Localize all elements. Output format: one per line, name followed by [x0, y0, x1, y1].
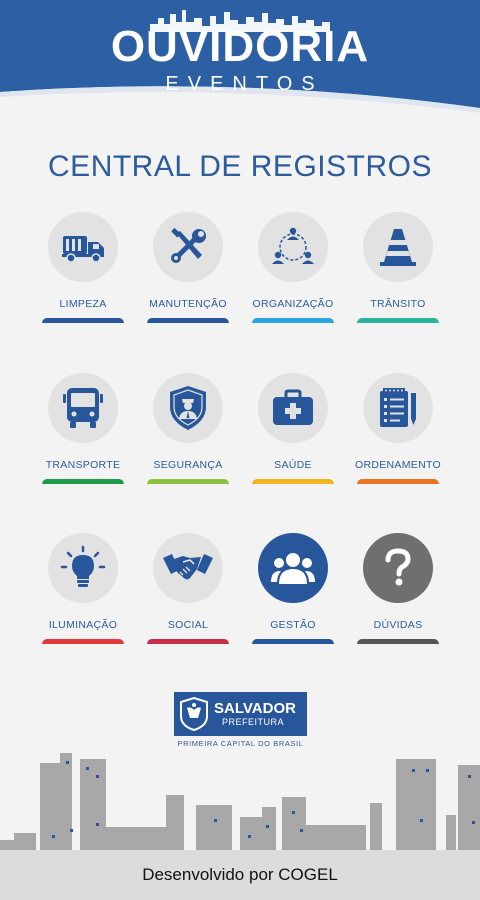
category-label: ILUMINAÇÃO [48, 619, 118, 631]
category-label: SOCIAL [167, 619, 209, 631]
ordenamento-icon-circle [363, 373, 433, 443]
category-label: GESTÃO [270, 619, 316, 631]
checklist-icon [380, 388, 416, 427]
category-seguranca[interactable]: SEGURANÇA [135, 373, 241, 493]
transito-icon-circle [363, 212, 433, 282]
category-organizacao[interactable]: ORGANIZAÇÃO [240, 212, 346, 332]
transporte-icon-circle [48, 373, 118, 443]
category-iluminacao[interactable]: ILUMINAÇÃO [30, 533, 136, 653]
traffic-cone-icon [380, 229, 416, 266]
logo-sub: PREFEITURA [222, 717, 285, 727]
logo-box: SALVADOR PREFEITURA [174, 692, 307, 736]
app-header: OUVIDORIA EVENTOS [0, 0, 480, 115]
footer-credit: Desenvolvido por COGEL [142, 865, 338, 884]
saude-icon-circle [258, 373, 328, 443]
duvidas-icon-circle [363, 533, 433, 603]
category-gestao[interactable]: GESTÃO [240, 533, 346, 653]
app-title: OUVIDORIA [110, 22, 370, 71]
category-color-bar [147, 479, 229, 484]
group-icon [271, 553, 315, 584]
category-label: LIMPEZA [59, 298, 107, 310]
page-title: CENTRAL DE REGISTROS [48, 150, 432, 183]
category-color-bar [147, 318, 229, 323]
app-subtitle: EVENTOS [165, 73, 324, 95]
category-label: MANUTENÇÃO [149, 298, 227, 310]
garbage-truck-icon [62, 236, 104, 263]
social-icon-circle [153, 533, 223, 603]
category-color-bar [357, 318, 439, 323]
organizacao-icon-circle [258, 212, 328, 282]
category-color-bar [42, 479, 124, 484]
category-color-bar [357, 639, 439, 644]
category-transito[interactable]: TRÂNSITO [345, 212, 451, 332]
light-bulb-icon [60, 545, 106, 587]
manutencao-icon-circle [153, 212, 223, 282]
tools-icon [171, 228, 206, 263]
category-color-bar [252, 479, 334, 484]
category-color-bar [42, 639, 124, 644]
category-limpeza[interactable]: LIMPEZA [30, 212, 136, 332]
bus-icon [63, 388, 103, 428]
category-label: DÚVIDAS [373, 619, 423, 631]
category-label: SEGURANÇA [153, 459, 223, 471]
salvador-logo: SALVADOR PREFEITURA PRIMEIRA CAPITAL DO … [174, 692, 307, 752]
gestao-icon-circle [258, 533, 328, 603]
category-ordenamento[interactable]: ORDENAMENTO [345, 373, 451, 493]
category-social[interactable]: SOCIAL [135, 533, 241, 653]
category-color-bar [357, 479, 439, 484]
category-transporte[interactable]: TRANSPORTE [30, 373, 136, 493]
category-label: TRANSPORTE [45, 459, 121, 471]
city-skyline-illustration [0, 753, 480, 850]
category-color-bar [42, 318, 124, 323]
people-network-icon [272, 227, 314, 264]
security-guard-shield-icon [170, 386, 206, 430]
category-manutencao[interactable]: MANUTENÇÃO [135, 212, 241, 332]
city-emblem-icon [180, 696, 208, 732]
first-aid-kit-icon [273, 389, 313, 425]
category-color-bar [252, 639, 334, 644]
seguranca-icon-circle [153, 373, 223, 443]
handshake-icon [163, 554, 213, 580]
category-label: ORDENAMENTO [355, 459, 441, 471]
question-mark-icon [385, 548, 411, 586]
category-label: TRÂNSITO [370, 298, 426, 310]
iluminacao-icon-circle [48, 533, 118, 603]
category-saude[interactable]: SAÚDE [240, 373, 346, 493]
footer-bar: Desenvolvido por COGEL [0, 850, 480, 900]
category-label: SAÚDE [274, 459, 312, 471]
limpeza-icon-circle [48, 212, 118, 282]
logo-name: SALVADOR [214, 700, 296, 717]
category-duvidas[interactable]: DÚVIDAS [345, 533, 451, 653]
category-color-bar [252, 318, 334, 323]
category-label: ORGANIZAÇÃO [252, 298, 334, 310]
category-color-bar [147, 639, 229, 644]
